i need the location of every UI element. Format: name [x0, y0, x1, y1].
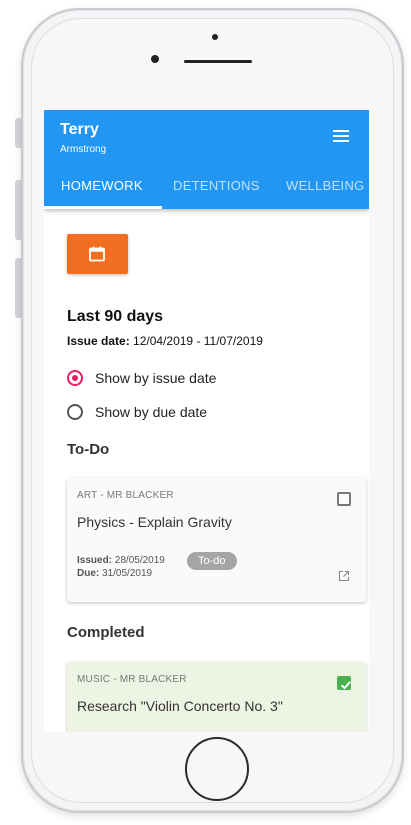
radio-due-date[interactable]: Show by due date — [67, 401, 207, 423]
home-button[interactable] — [185, 737, 249, 801]
calendar-icon — [89, 246, 105, 262]
radio-button[interactable] — [67, 404, 83, 420]
todo-section-title: To-Do — [67, 441, 110, 458]
tab-wellbeing[interactable]: WELLBEING — [286, 178, 365, 193]
check-icon — [340, 681, 351, 690]
card-subject: MUSIC - MR BLACKER — [77, 674, 187, 685]
card-subject: ART - MR BLACKER — [77, 490, 174, 501]
tab-bar: HOMEWORK DETENTIONS WELLBEING — [44, 176, 369, 209]
calendar-button[interactable] — [67, 234, 128, 274]
issued-label: Issued: — [77, 555, 113, 566]
user-last-name: Armstrong — [60, 144, 107, 155]
issued-date: 28/05/2019 — [114, 555, 165, 566]
card-title[interactable]: Physics - Explain Gravity — [77, 514, 232, 530]
radio-issue-date-label: Show by issue date — [95, 370, 217, 386]
issue-date-label: Issue date: — [67, 334, 130, 348]
issue-date-range: Issue date: 12/04/2019 - 11/07/2019 — [67, 334, 263, 348]
menu-icon[interactable] — [333, 130, 349, 144]
issue-date-value: 12/04/2019 - 11/07/2019 — [133, 334, 263, 348]
homework-card[interactable]: ART - MR BLACKER Physics - Explain Gravi… — [67, 478, 366, 602]
radio-due-date-label: Show by due date — [95, 404, 208, 420]
due-date: 31/05/2019 — [102, 568, 153, 579]
completed-homework-card[interactable]: MUSIC - MR BLACKER Research "Violin Conc… — [67, 662, 366, 732]
due-label: Due: — [77, 568, 100, 579]
complete-checkbox[interactable] — [337, 492, 351, 506]
app-screen: Terry Armstrong HOMEWORK DETENTIONS WELL… — [44, 110, 369, 732]
tab-homework[interactable]: HOMEWORK — [61, 178, 143, 193]
card-title[interactable]: Research "Violin Concerto No. 3" — [77, 698, 283, 714]
date-range-title: Last 90 days — [67, 308, 164, 325]
card-dates: Issued: 28/05/2019 Due: 31/05/2019 — [77, 554, 165, 580]
radio-issue-date[interactable]: Show by issue date — [67, 367, 216, 389]
tab-detentions[interactable]: DETENTIONS — [173, 178, 260, 193]
completed-checkbox[interactable] — [337, 676, 351, 690]
user-first-name: Terry — [60, 121, 99, 138]
radio-button-selected[interactable] — [67, 370, 83, 386]
open-external-icon[interactable] — [338, 570, 350, 582]
front-camera — [212, 34, 218, 40]
app-bar: Terry Armstrong HOMEWORK DETENTIONS WELL… — [44, 110, 369, 209]
active-tab-indicator — [44, 206, 162, 209]
front-sensor — [151, 55, 159, 63]
completed-section-title: Completed — [67, 624, 145, 641]
status-badge: To-do — [187, 552, 237, 570]
earpiece-speaker — [184, 60, 252, 63]
